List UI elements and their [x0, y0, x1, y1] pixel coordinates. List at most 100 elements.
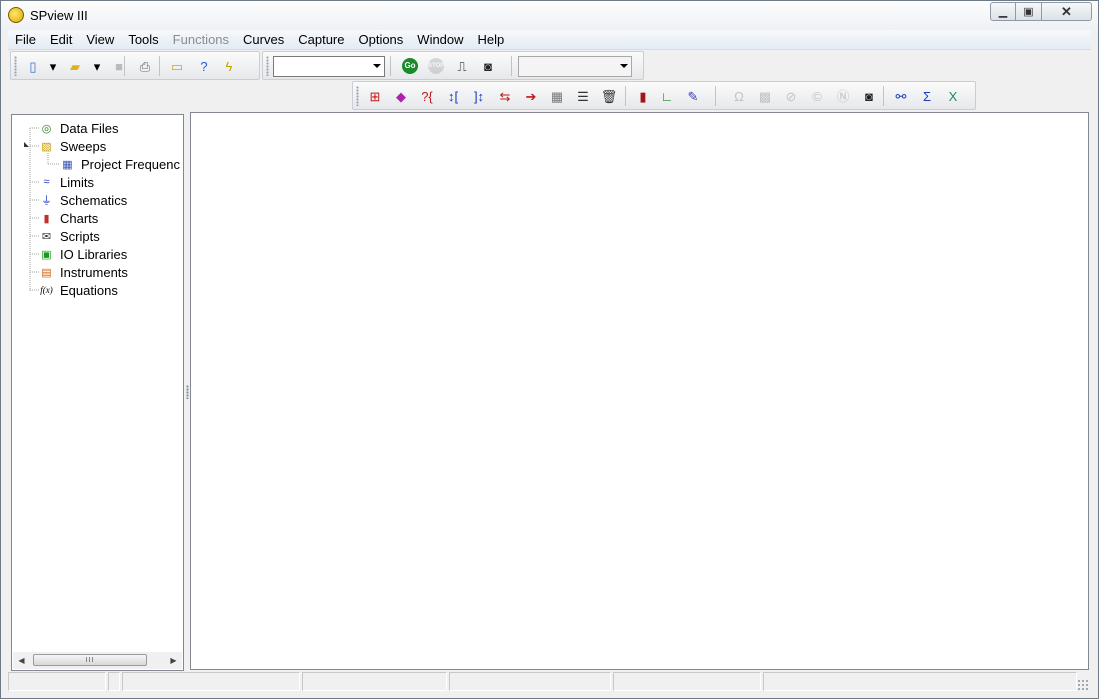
table-icon: ▦ — [62, 158, 73, 171]
menu-tools[interactable]: Tools — [121, 30, 165, 49]
menu-window[interactable]: Window — [410, 30, 470, 49]
toolbar-grip[interactable] — [14, 56, 17, 76]
new-dropdown-button[interactable]: ▾ — [47, 56, 59, 76]
go-button[interactable]: Go — [400, 56, 420, 76]
camera-button[interactable]: ◙ — [478, 56, 498, 76]
print-button[interactable]: ⎙ — [135, 56, 155, 76]
query-bracket-button[interactable]: ?{ — [417, 86, 437, 106]
tree-item-project-frequency[interactable]: ▦ Project Frequenc — [59, 155, 180, 173]
scroll-left-button[interactable]: ◀ — [13, 652, 30, 669]
clipboard-button[interactable]: ▭ — [167, 56, 187, 76]
tree-item-instruments[interactable]: ▤ Instruments — [38, 263, 128, 281]
minimize-button[interactable]: ▁ — [990, 2, 1016, 21]
trash-button[interactable]: 🗑 — [599, 86, 619, 106]
link-button[interactable]: ⚯ — [891, 86, 911, 106]
scroll-thumb[interactable]: III — [33, 654, 147, 666]
capture-combo[interactable] — [518, 56, 632, 77]
new-file-button[interactable]: ▯ — [23, 56, 43, 76]
toolbar-grip[interactable] — [266, 56, 269, 76]
tree-item-charts[interactable]: ▮ Charts — [38, 209, 98, 227]
excel-icon: X — [948, 88, 958, 104]
query-bracket-icon: ?{ — [421, 88, 433, 104]
clipboard-icon: ▭ — [170, 58, 184, 74]
shapes-button[interactable]: ◆ — [391, 86, 411, 106]
stop-button[interactable]: STOP — [426, 56, 446, 76]
pulse-button[interactable]: ⎍ — [452, 56, 472, 76]
help-icon: ? — [200, 58, 208, 74]
no-sign-button[interactable]: ⊘ — [781, 86, 801, 106]
link-icon: ⚯ — [895, 88, 907, 104]
excel-button[interactable]: X — [943, 86, 963, 106]
scroll-right-button[interactable]: ▶ — [165, 652, 182, 669]
marker-button[interactable]: ⊞ — [365, 86, 385, 106]
menu-view[interactable]: View — [79, 30, 121, 49]
menu-edit[interactable]: Edit — [43, 30, 79, 49]
book-button[interactable]: ▮ — [633, 86, 653, 106]
toolbar-separator — [390, 56, 391, 76]
omega-button[interactable]: Ω — [729, 86, 749, 106]
menu-options[interactable]: Options — [351, 30, 410, 49]
project-tree[interactable]: ◀ III ▶ ◎ Data Files ▧ Sweeps ▦ Project Frequ… — [11, 114, 184, 671]
shapes-icon: ◆ — [396, 88, 406, 104]
grid-button[interactable]: ▦ — [547, 86, 567, 106]
io-board-icon: ▣ — [41, 248, 52, 261]
h-bracket-button[interactable]: ⇆ — [495, 86, 515, 106]
workspace-area[interactable] — [190, 112, 1089, 670]
tree-item-scripts[interactable]: ✉ Scripts — [38, 227, 100, 245]
axes-button[interactable]: ∟ — [657, 86, 677, 106]
go-icon: Go — [402, 58, 418, 74]
pen-button[interactable]: ✎ — [683, 86, 703, 106]
selector-combo[interactable] — [273, 56, 385, 77]
floppy-icon: ■ — [115, 58, 123, 74]
open-dropdown-button[interactable]: ▾ — [91, 56, 103, 76]
menu-file[interactable]: File — [8, 30, 43, 49]
tree-item-label: Charts — [60, 210, 99, 226]
v-bracket-button[interactable]: ↕[ — [443, 86, 463, 106]
v-bracket-2-button[interactable]: ]↕ — [469, 86, 489, 106]
copyright-button[interactable]: © — [807, 86, 827, 106]
tree-item-label: Sweeps — [60, 138, 107, 154]
status-panel — [108, 672, 120, 691]
maximize-button[interactable]: ▣ — [1016, 2, 1042, 21]
tree-horizontal-scrollbar[interactable]: ◀ III ▶ — [13, 652, 182, 669]
camera-icon: ◙ — [865, 88, 873, 104]
menu-curves[interactable]: Curves — [236, 30, 291, 49]
tree-item-schematics[interactable]: ⏚ Schematics — [38, 191, 127, 209]
arrow-right-button[interactable]: ➔ — [521, 86, 541, 106]
help-button[interactable]: ? — [194, 56, 214, 76]
menu-functions[interactable]: Functions — [166, 30, 236, 49]
tree-item-data-files[interactable]: ◎ Data Files — [38, 119, 119, 137]
camera-2-button[interactable]: ◙ — [859, 86, 879, 106]
tree-item-limits[interactable]: ≈ Limits — [38, 173, 94, 191]
tree-item-sweeps[interactable]: ▧ Sweeps — [38, 137, 106, 155]
lightning-button[interactable]: ϟ — [219, 56, 239, 76]
tree-item-label: Instruments — [60, 264, 128, 280]
tree-item-label: Limits — [60, 174, 94, 190]
lines-button[interactable]: ☰ — [573, 86, 593, 106]
resize-grip[interactable] — [1077, 679, 1089, 691]
tree-item-equations[interactable]: f(x) Equations — [38, 281, 118, 299]
chevron-down-icon — [620, 64, 628, 68]
pattern-button[interactable]: ▩ — [755, 86, 775, 106]
tree-item-label: Data Files — [60, 120, 119, 136]
toolbar-grip[interactable] — [356, 86, 359, 106]
title-bar[interactable]: SPview III — [1, 1, 1098, 30]
tree-item-io-libraries[interactable]: ▣ IO Libraries — [38, 245, 127, 263]
menu-help[interactable]: Help — [471, 30, 512, 49]
toolbar-separator — [159, 56, 160, 76]
chevron-down-icon: ▾ — [49, 58, 57, 74]
menu-capture[interactable]: Capture — [291, 30, 351, 49]
tree-item-label: Equations — [60, 282, 118, 298]
save-button[interactable]: ■ — [109, 56, 129, 76]
tree-item-label: IO Libraries — [60, 246, 128, 262]
camera-icon: ◙ — [484, 58, 492, 74]
scroll-icon: ✉ — [41, 230, 52, 243]
n-circle-button[interactable]: Ⓝ — [833, 86, 853, 106]
close-button[interactable]: ✕ — [1042, 2, 1092, 21]
tree-item-label: Project Frequenc — [81, 156, 180, 172]
status-panel — [8, 672, 106, 691]
panel-splitter[interactable] — [186, 385, 189, 399]
sigma-button[interactable]: Σ — [917, 86, 937, 106]
open-folder-button[interactable]: ▰ — [65, 56, 85, 76]
sigma-icon: Σ — [922, 88, 932, 104]
